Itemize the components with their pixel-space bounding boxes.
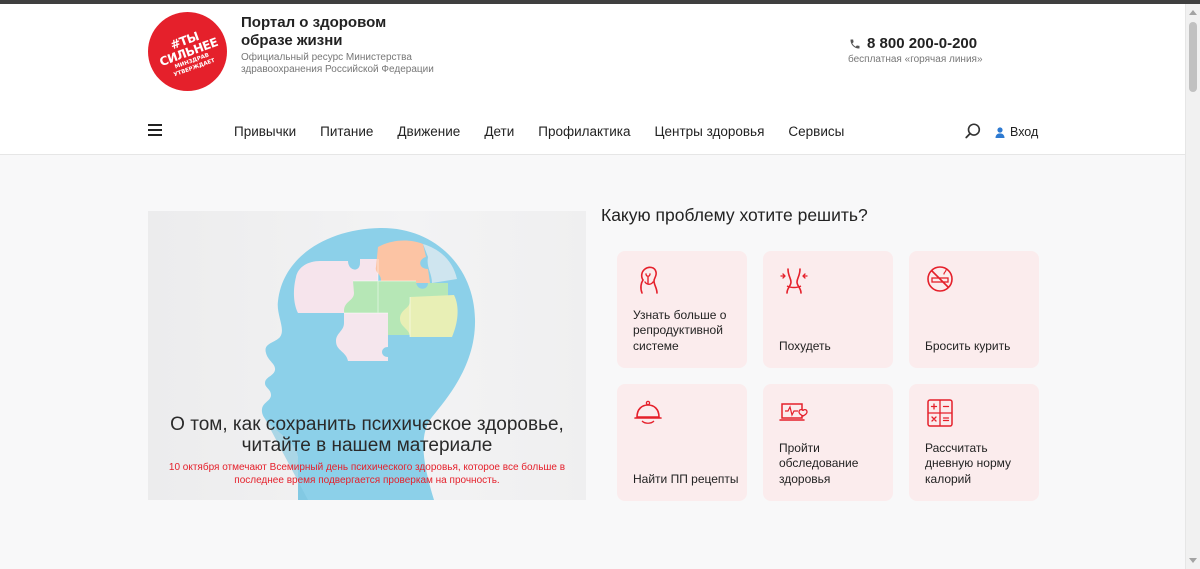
hotline-note: бесплатная «горячая линия» <box>848 54 983 65</box>
card-label: Пройти обследование здоровья <box>779 440 859 486</box>
scroll-down-arrow-icon[interactable] <box>1189 558 1197 563</box>
banner-subtitle: 10 октября отмечают Всемирный день психи… <box>168 462 566 486</box>
hotline-phone[interactable]: 8 800 200-0-200 <box>849 35 977 52</box>
card-label: Похудеть <box>779 338 831 353</box>
site-header: #ТЫ СИЛЬНЕЕ МИНЗДРАВ УТВЕРЖДАЕТ Портал о… <box>0 4 1185 155</box>
reproductive-icon <box>640 266 658 294</box>
logo[interactable]: #ТЫ СИЛЬНЕЕ МИНЗДРАВ УТВЕРЖДАЕТ <box>148 12 227 91</box>
user-icon <box>995 126 1005 138</box>
problem-card-checkup[interactable]: Пройти обследование здоровья <box>763 384 893 501</box>
problem-card-lose-weight[interactable]: Похудеть <box>763 251 893 368</box>
phone-icon <box>850 39 860 48</box>
problem-card-calories[interactable]: Рассчитать дневную норму калорий <box>909 384 1039 501</box>
checkup-icon <box>779 403 808 421</box>
card-label: Бросить курить <box>925 338 1011 353</box>
site-subtitle: Официальный ресурс Министерства здравоох… <box>241 52 434 75</box>
problem-card-quit-smoking[interactable]: Бросить курить <box>909 251 1039 368</box>
nav-item-movement[interactable]: Движение <box>397 124 460 140</box>
nav-item-health-centers[interactable]: Центры здоровья <box>655 124 765 140</box>
scroll-thumb[interactable] <box>1189 22 1197 92</box>
site-title[interactable]: Портал о здоровом образе жизни <box>241 14 431 50</box>
nav-item-services[interactable]: Сервисы <box>788 124 844 140</box>
problem-card-reproductive[interactable]: Узнать больше о репродуктивной системе <box>617 251 747 368</box>
logo-text: #ТЫ СИЛЬНЕЕ МИНЗДРАВ УТВЕРЖДАЕТ <box>150 23 227 83</box>
phone-number: 8 800 200-0-200 <box>867 35 978 52</box>
card-label: Найти ПП рецепты <box>633 471 739 486</box>
login-button[interactable]: Вход <box>995 125 1038 139</box>
menu-icon[interactable] <box>148 124 162 136</box>
no-smoking-icon <box>927 266 953 292</box>
problem-card-recipes[interactable]: Найти ПП рецепты <box>617 384 747 501</box>
scroll-up-arrow-icon[interactable] <box>1189 10 1197 15</box>
nav-item-habits[interactable]: Привычки <box>234 124 296 140</box>
waist-icon <box>780 268 808 294</box>
featured-article-banner[interactable]: О том, как сохранить психическое здоровь… <box>148 211 586 500</box>
page-scrollbar[interactable] <box>1185 4 1200 569</box>
nav-item-nutrition[interactable]: Питание <box>320 124 373 140</box>
card-label: Узнать больше о репродуктивной системе <box>633 307 727 353</box>
nav-item-children[interactable]: Дети <box>484 124 514 140</box>
head-puzzle-illustration <box>261 227 476 500</box>
problems-title: Какую проблему хотите решить? <box>601 205 868 225</box>
dish-icon <box>634 400 662 424</box>
banner-title: О том, как сохранить психическое здоровь… <box>170 414 564 456</box>
card-label: Рассчитать дневную норму калорий <box>925 440 1011 486</box>
nav-item-prevention[interactable]: Профилактика <box>538 124 630 140</box>
login-label: Вход <box>1010 125 1039 139</box>
search-icon[interactable] <box>964 122 982 140</box>
calculator-icon <box>927 399 953 427</box>
main-nav: Привычки Питание Движение Дети Профилакт… <box>234 124 868 140</box>
